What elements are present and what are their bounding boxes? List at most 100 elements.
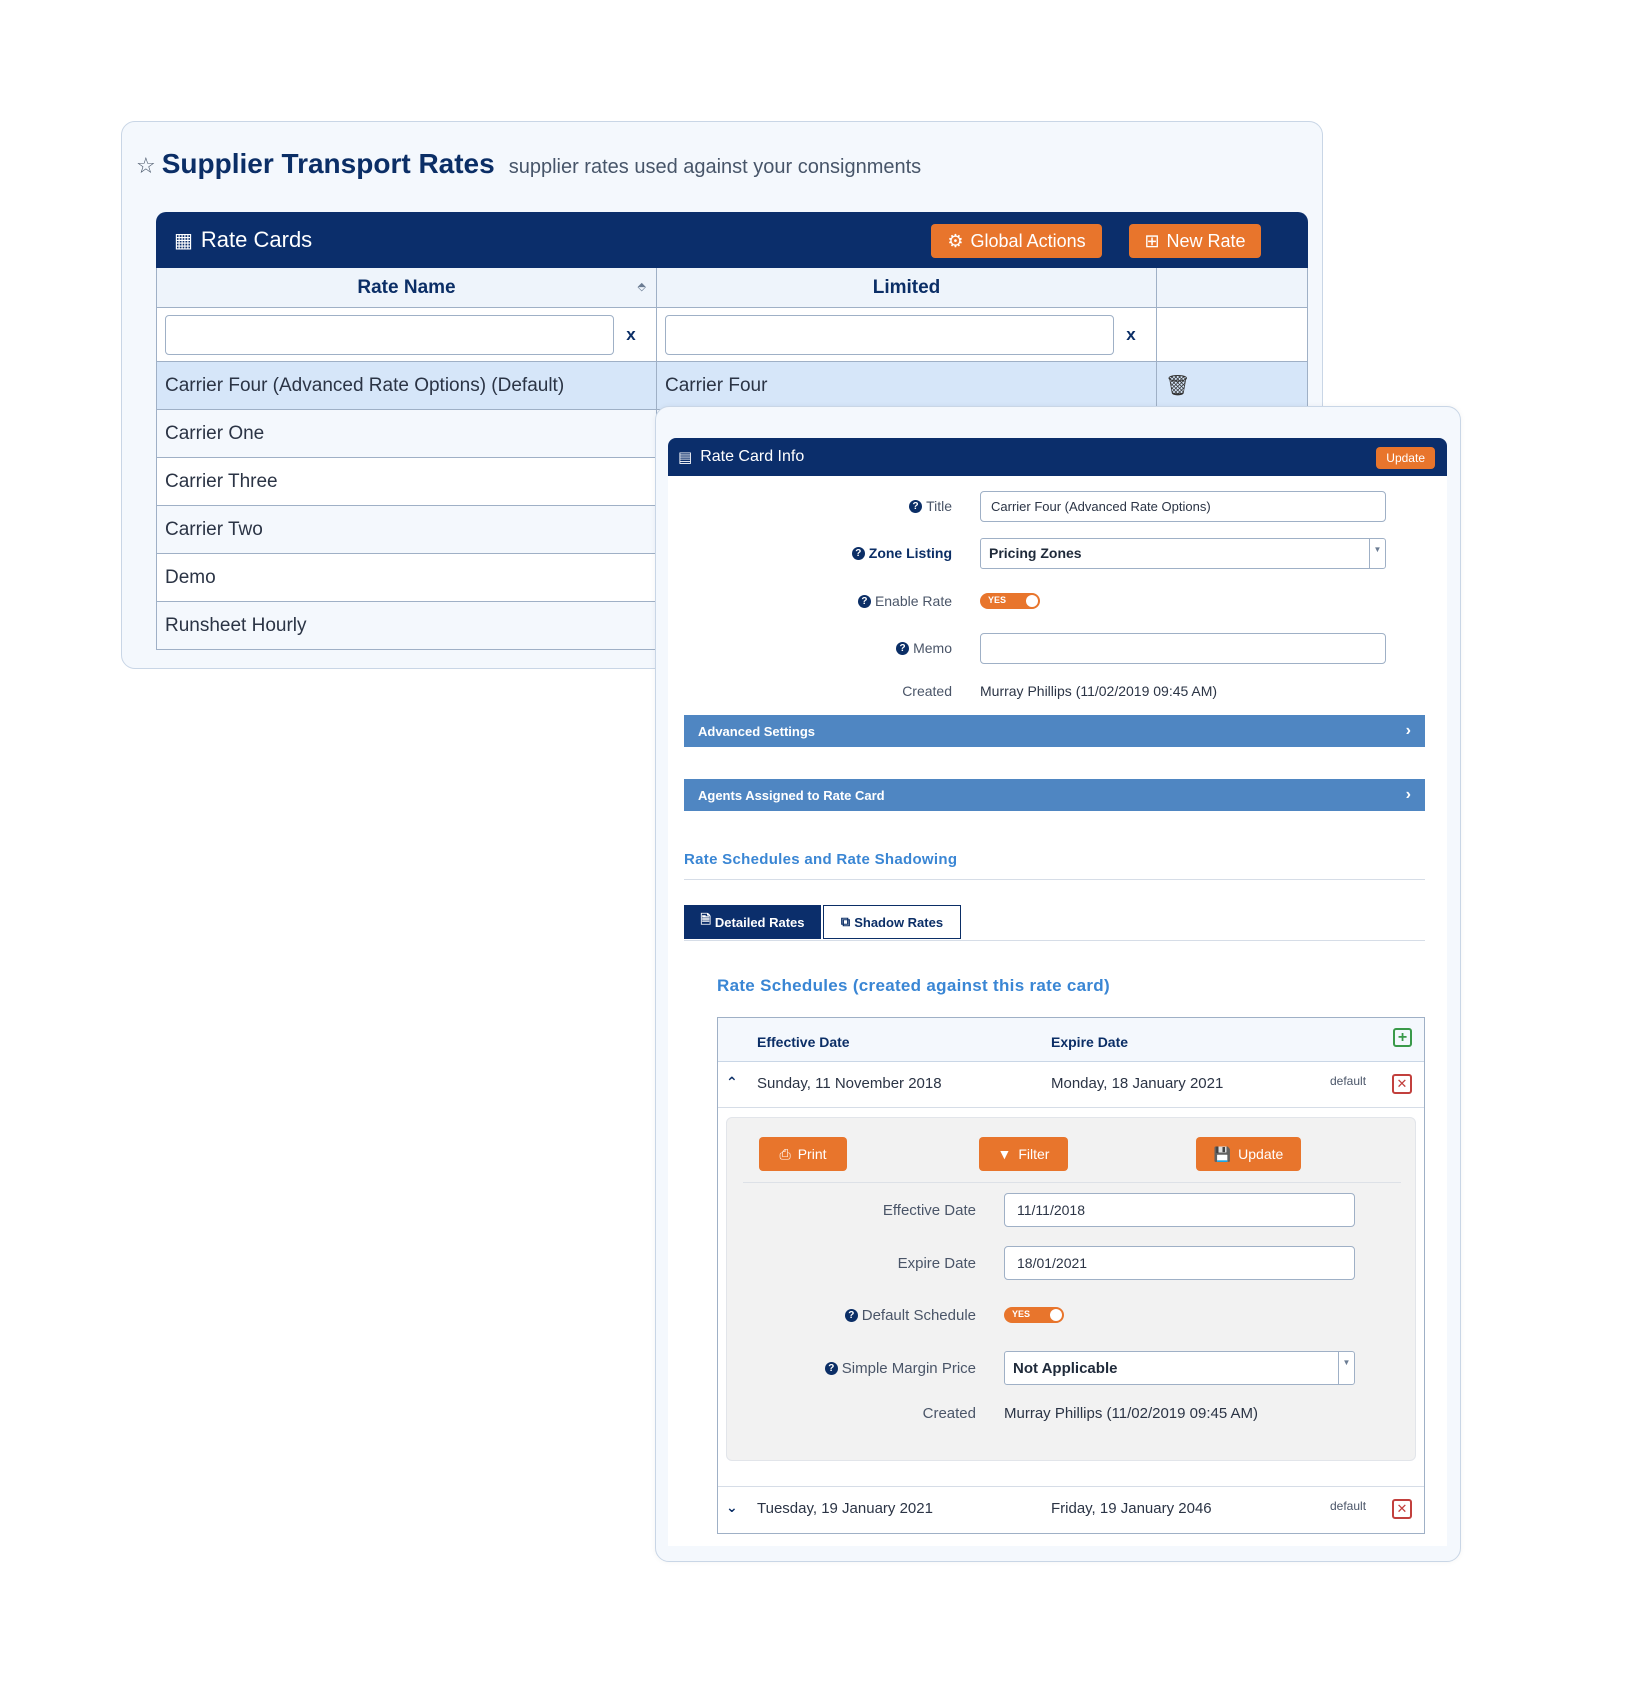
rate-name-filter-input[interactable] [165,314,614,355]
detail-created-row: Created Murray Phillips (11/02/2019 09:4… [727,1396,1417,1430]
chevron-down-icon[interactable]: ⌄ [726,1499,738,1516]
expire-date-cell: Friday, 19 January 2046 [1051,1500,1212,1517]
toggle-knob [1050,1309,1062,1321]
update-label: Update [1238,1146,1284,1162]
rate-cards-header: ▦ Rate Cards ⚙ Global Actions ⊞ New Rate [156,212,1308,268]
zone-listing-value: Pricing Zones [989,545,1082,561]
enable-rate-label-text: Enable Rate [874,593,952,609]
help-icon[interactable]: ? [844,1308,858,1322]
divider [684,940,1425,941]
simple-margin-select[interactable]: Not Applicable ▼ [1004,1351,1355,1385]
table-row[interactable]: Carrier Four (Advanced Rate Options) (De… [157,362,1307,410]
filter-row: x x [157,308,1307,362]
chevron-right-icon: › [1405,722,1411,739]
new-rate-button[interactable]: ⊞ New Rate [1129,224,1261,258]
memo-row: ? Memo [668,632,1447,664]
column-header-expire-date: Expire Date [1051,1034,1129,1050]
zone-listing-select[interactable]: Pricing Zones ▼ [980,537,1386,569]
divider [743,1182,1401,1183]
plus-square-icon: ⊞ [1144,230,1160,251]
page-header: ☆ Supplier Transport Rates supplier rate… [136,148,921,180]
limited-filter-input[interactable] [665,314,1114,355]
schedule-detail-panel: ⎙ Print ▼ Filter 💾 Update Effective Date… [726,1117,1416,1461]
rate-name-cell: Demo [157,554,657,601]
delete-icon[interactable]: ✕ [1392,1499,1412,1519]
save-icon: 💾 [1213,1145,1232,1162]
global-actions-button[interactable]: ⚙ Global Actions [931,224,1102,258]
effective-date-label: Effective Date [882,1201,976,1219]
accordion-label: Agents Assigned to Rate Card [698,787,885,803]
print-button[interactable]: ⎙ Print [759,1137,847,1171]
title-label: ? Title [668,498,980,514]
trash-icon[interactable]: 🗑 [1165,373,1190,398]
created-label-text: Created [902,683,952,699]
toggle-label: YES [988,595,1007,605]
expire-date-input[interactable]: 18/01/2021 [1004,1246,1355,1280]
memo-label-text: Memo [913,640,952,656]
simple-margin-row: ? Simple Margin Price Not Applicable ▼ [727,1351,1417,1385]
table-header-row: Rate Name ⬘ Limited [157,268,1307,308]
expire-date-cell: Monday, 18 January 2021 [1051,1075,1224,1092]
rate-schedules-title: Rate Schedules (created against this rat… [717,976,1110,995]
document-icon: 🗎 [700,912,711,927]
detail-created-label: Created [922,1404,976,1422]
simple-margin-label-text: Simple Margin Price [841,1359,976,1377]
filter-button[interactable]: ▼ Filter [979,1137,1068,1171]
add-schedule-icon[interactable]: + [1393,1028,1412,1047]
column-header-rate-name[interactable]: Rate Name ⬘ [157,268,657,307]
default-schedule-label: ? Default Schedule [727,1307,1004,1324]
effective-date-row: Effective Date 11/11/2018 [727,1193,1417,1227]
effective-date-cell: Tuesday, 19 January 2021 [757,1500,933,1517]
title-row: ? Title [668,490,1447,522]
tab-detailed-rates[interactable]: 🗎 Detailed Rates [684,905,821,939]
page-title: Supplier Transport Rates [161,148,495,179]
zone-listing-label-text: Zone Listing [868,545,952,561]
divider [684,879,1425,880]
agents-assigned-accordion[interactable]: Agents Assigned to Rate Card › [684,779,1425,811]
detail-created-value: Murray Phillips (11/02/2019 09:45 AM) [1004,1404,1259,1422]
help-icon[interactable]: ? [851,546,865,560]
limited-cell: Carrier Four [657,362,1157,409]
rate-cards-title: Rate Cards [200,227,313,252]
tab-shadow-rates[interactable]: ⧉ Shadow Rates [823,905,961,939]
simple-margin-label: ? Simple Margin Price [727,1360,1004,1377]
sort-icon[interactable]: ⬘ [638,280,646,293]
actions-cell: 🗑 [1157,362,1307,409]
enable-rate-toggle[interactable]: YES [980,593,1040,609]
created-label: Created [668,683,980,699]
column-header-label: Limited [872,276,941,298]
rate-shadowing-heading: Rate Schedules and Rate Shadowing [684,851,958,868]
enable-rate-label: ? Enable Rate [668,593,980,609]
update-rate-card-button[interactable]: Update [1376,447,1435,469]
created-row: Created Murray Phillips (11/02/2019 09:4… [668,675,1447,707]
delete-icon[interactable]: ✕ [1392,1074,1412,1094]
advanced-settings-accordion[interactable]: Advanced Settings › [684,715,1425,747]
clear-limited-filter[interactable]: x [1114,325,1148,345]
accordion-label: Advanced Settings [698,723,816,739]
expire-date-label: Expire Date [897,1254,976,1272]
global-actions-label: Global Actions [970,230,1086,251]
default-schedule-row: ? Default Schedule YES [727,1298,1417,1332]
help-icon[interactable]: ? [909,499,923,513]
default-schedule-toggle[interactable]: YES [1004,1307,1064,1323]
column-header-effective-date: Effective Date [757,1034,850,1050]
chevron-down-icon: ▼ [1369,538,1385,568]
enable-rate-row: ? Enable Rate YES [668,585,1447,617]
clear-rate-name-filter[interactable]: x [614,325,648,345]
toggle-knob [1026,595,1038,607]
effective-date-input[interactable]: 11/11/2018 [1004,1193,1355,1227]
print-icon: ⎙ [779,1145,791,1162]
chevron-up-icon[interactable]: ⌃ [726,1074,738,1091]
help-icon[interactable]: ? [857,594,871,608]
table-row[interactable]: ⌄ Tuesday, 19 January 2021 Friday, 19 Ja… [718,1486,1424,1532]
star-icon[interactable]: ☆ [136,153,156,179]
table-row[interactable]: ⌃ Sunday, 11 November 2018 Monday, 18 Ja… [718,1062,1424,1108]
column-header-limited[interactable]: Limited [657,268,1157,307]
help-icon[interactable]: ? [896,641,910,655]
rate-name-cell: Carrier One [157,410,657,457]
created-value: Murray Phillips (11/02/2019 09:45 AM) [980,683,1218,699]
title-input[interactable] [980,490,1386,522]
update-schedule-button[interactable]: 💾 Update [1196,1137,1301,1171]
help-icon[interactable]: ? [824,1361,838,1375]
memo-input[interactable] [980,632,1386,664]
